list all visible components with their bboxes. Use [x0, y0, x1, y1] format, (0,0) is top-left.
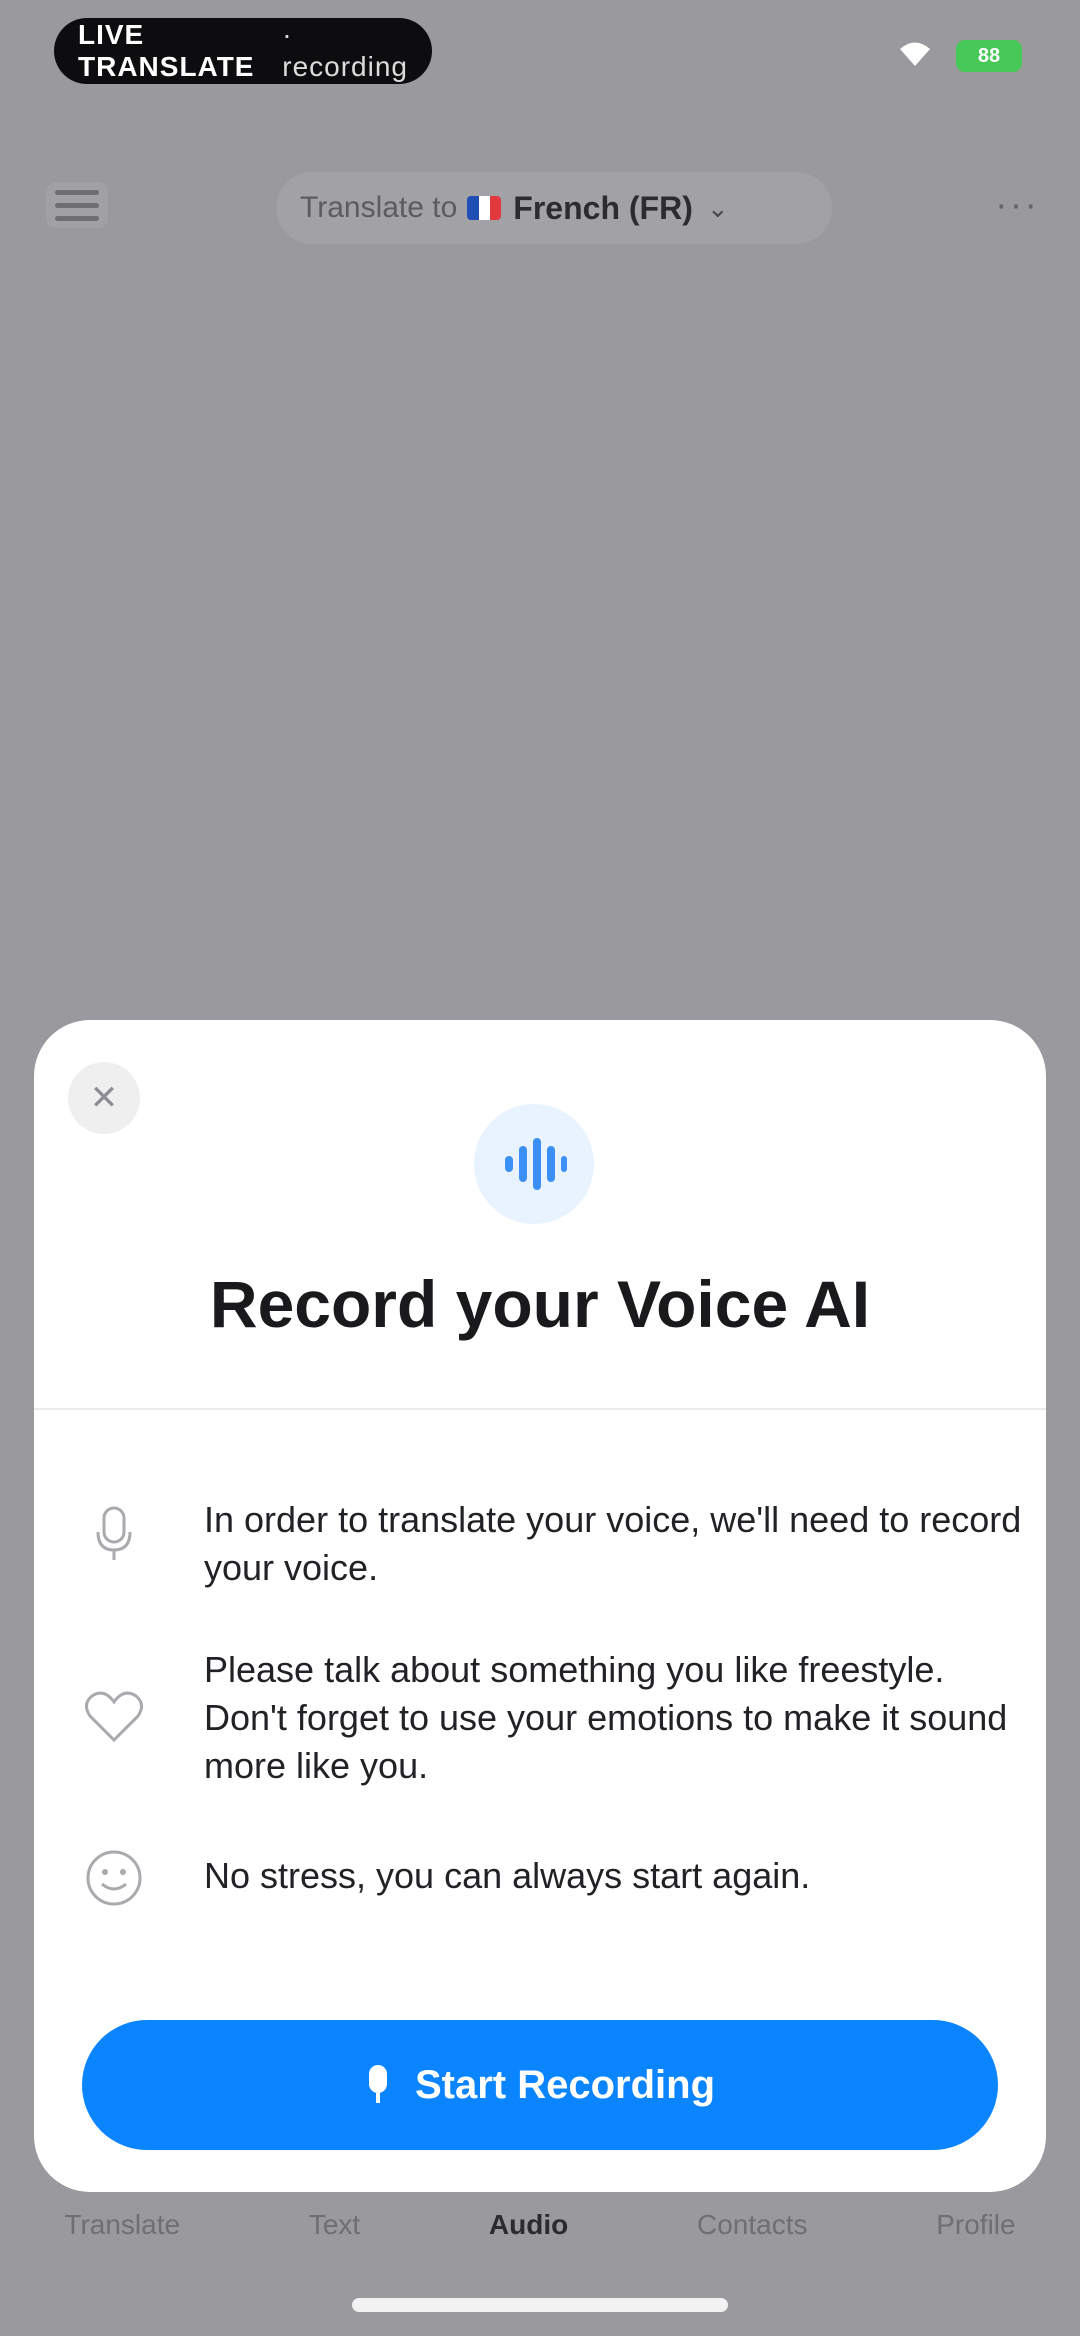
france-flag-icon [467, 196, 502, 220]
tab-contacts[interactable]: Contacts [697, 2209, 808, 2241]
live-activity-sublabel: · recording [282, 19, 408, 82]
start-recording-button[interactable]: Start Recording [82, 2020, 998, 2150]
smile-icon [82, 1846, 146, 1910]
microphone-icon [82, 1502, 146, 1566]
tab-translate[interactable]: Translate [64, 2209, 180, 2241]
close-icon: ✕ [89, 1079, 119, 1117]
close-button[interactable]: ✕ [68, 1062, 140, 1134]
chevron-down-icon: ⌄ [706, 192, 729, 223]
tab-text[interactable]: Text [309, 2209, 360, 2241]
tab-audio[interactable]: Audio [489, 2209, 568, 2241]
live-activity-label: LIVE TRANSLATE [78, 19, 255, 82]
top-navigation: Translate to French (FR) ⌄ ··· [0, 160, 1080, 250]
sheet-title: Record your Voice AI [209, 1267, 871, 1341]
start-recording-label: Start Recording [414, 2062, 716, 2107]
record-voice-sheet: ✕ Record your Voice AI In order to trans… [34, 1020, 1046, 2192]
info-text: In order to translate your voice, we'll … [204, 1499, 1022, 1588]
language-selector[interactable]: Translate to French (FR) ⌄ [276, 172, 832, 244]
info-text: Please talk about something you like fre… [204, 1649, 1008, 1786]
heart-icon [82, 1684, 146, 1748]
live-activity-pill[interactable]: LIVE TRANSLATE · recording [54, 18, 432, 84]
translate-prefix: Translate to [300, 191, 458, 224]
divider [34, 1408, 1046, 1410]
battery-icon: 88 [956, 40, 1022, 72]
selected-language: French (FR) [513, 189, 693, 226]
wifi-icon [900, 42, 930, 66]
status-bar: LIVE TRANSLATE · recording 88 [0, 0, 1080, 110]
info-text: No stress, you can always start again. [204, 1855, 811, 1896]
more-icon[interactable]: ··· [990, 182, 1044, 228]
microphone-icon [368, 2065, 387, 2103]
menu-icon[interactable] [46, 182, 108, 228]
home-indicator[interactable] [352, 2298, 728, 2312]
tab-bar: Translate Text Audio Contacts Profile [0, 2180, 1080, 2270]
battery-level: 88 [977, 44, 1001, 67]
voice-wave-icon [474, 1104, 594, 1224]
tab-profile[interactable]: Profile [936, 2209, 1015, 2241]
